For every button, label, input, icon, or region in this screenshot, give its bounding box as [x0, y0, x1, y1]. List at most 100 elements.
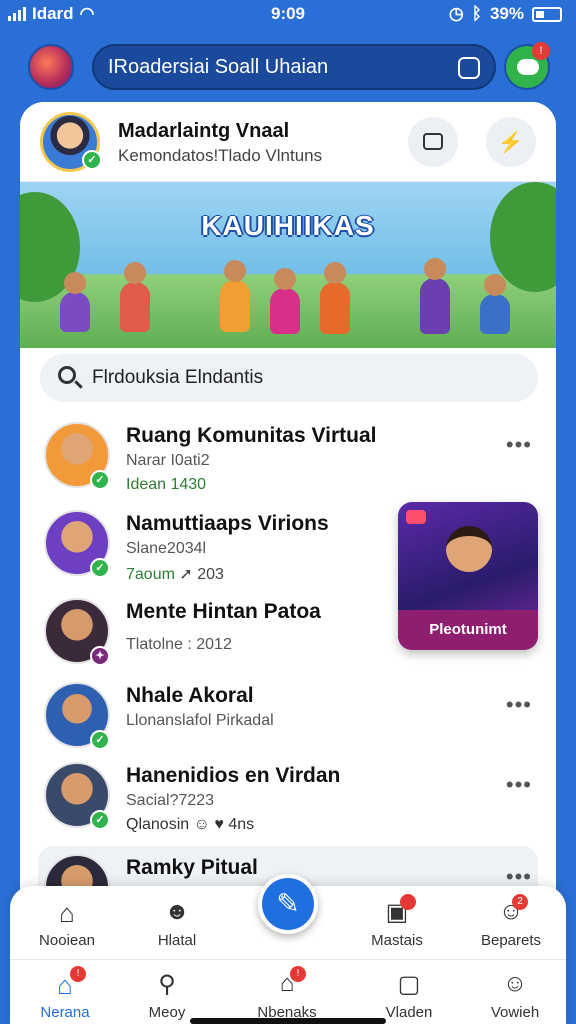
- promo-image: [446, 526, 492, 572]
- verified-icon: ✓: [82, 150, 102, 170]
- list-item[interactable]: ✓ Nhale Akoral Llonanslafol Pirkadal •••: [20, 674, 556, 760]
- item-subtitle: Slane2034l: [126, 540, 207, 557]
- community-search-text: Flrdouksia Elndantis: [92, 367, 264, 388]
- bluetooth-icon: ᛒ: [471, 4, 482, 23]
- item-meta-count: 4ns: [228, 816, 255, 833]
- nav-item-chat[interactable]: ☻ Hlatal: [132, 898, 222, 949]
- nav-label: Nerana: [40, 1004, 90, 1021]
- item-subtitle: Tlatolne : 2012: [126, 636, 232, 653]
- promo-label: Pleotunimt: [398, 610, 538, 650]
- share-icon: ⚡: [498, 132, 523, 154]
- profile-icon: ☺ 2: [496, 894, 528, 926]
- compose-button[interactable]: ✎: [258, 874, 318, 934]
- battery-icon: [532, 6, 562, 22]
- more-options-button[interactable]: •••: [506, 692, 532, 718]
- top-search-text: IRoadersiai Soall Uhaian: [108, 55, 329, 78]
- promo-card[interactable]: Pleotunimt: [398, 502, 538, 650]
- store-icon: ⌂ !: [272, 966, 306, 998]
- verified-icon: ✓: [90, 470, 110, 490]
- battery-percent: 39%: [489, 4, 524, 23]
- emoji-icon: ☺ ♥: [193, 816, 229, 833]
- star-icon: ✦: [90, 646, 110, 666]
- item-meta: Qlanosin ☺ ♥ 4ns: [126, 816, 254, 834]
- list-item[interactable]: ✓ Ruang Komunitas Virtual Narar I0ati2 I…: [20, 414, 556, 500]
- profile-header: ✓ Madarlaintg Vnaal Kemondatos!Tlado Vln…: [20, 102, 556, 182]
- messages-button[interactable]: !: [504, 42, 550, 90]
- nav-label: Meoy: [148, 1004, 186, 1021]
- nav-item-store[interactable]: ⌂ ! Nbenaks: [242, 966, 332, 1021]
- top-search-bar[interactable]: IRoadersiai Soall Uhaian: [92, 44, 496, 90]
- record-icon: [406, 510, 426, 524]
- home-indicator[interactable]: [190, 1018, 386, 1024]
- share-button[interactable]: ⚡: [486, 117, 536, 167]
- notification-badge: [400, 894, 416, 910]
- edit-icon[interactable]: [458, 57, 480, 79]
- person-illustration: [320, 262, 350, 334]
- more-options-button[interactable]: •••: [506, 432, 532, 458]
- list-item[interactable]: ✓ Hanenidios en Virdan Sacial?7223 Qlano…: [20, 754, 556, 840]
- person-illustration: [270, 268, 300, 334]
- chat-icon: ☻: [164, 898, 190, 925]
- alarm-icon: ◷: [448, 4, 464, 23]
- app-logo[interactable]: [28, 44, 74, 90]
- item-subtitle: Narar I0ati2: [126, 452, 210, 469]
- item-title: Hanenidios en Virdan: [126, 764, 341, 787]
- verified-icon: ✓: [90, 730, 110, 750]
- person-illustration: [60, 272, 90, 332]
- media-icon: ▣: [382, 894, 416, 926]
- nav-item-home-tab[interactable]: ⌂ ! Nerana: [20, 966, 110, 1021]
- community-search[interactable]: Flrdouksia Elndantis: [40, 354, 538, 402]
- nav-item-profile[interactable]: ☺ 2 Beparets: [466, 894, 556, 949]
- nav-label: Vowieh: [490, 1004, 540, 1021]
- search-icon: ⚲: [158, 971, 176, 998]
- verified-icon: ✓: [90, 810, 110, 830]
- nav-item-media[interactable]: ▣ Mastais: [352, 894, 442, 949]
- item-meta: Idean 1430: [126, 476, 207, 493]
- item-title: Namuttiaaps Virions: [126, 512, 329, 535]
- nav-label: Mastais: [371, 932, 423, 949]
- item-meta-count: 203: [197, 566, 224, 583]
- video-icon: ▢: [397, 971, 421, 998]
- banner-title: KAUIHIIKAS: [201, 210, 375, 241]
- home-icon: ⌂: [59, 898, 75, 928]
- item-meta-text: 7aoum: [126, 566, 175, 583]
- nav-item-video[interactable]: ▢ Vladen: [364, 970, 454, 1021]
- nav-label: Hlatal: [157, 932, 197, 949]
- nav-item-home[interactable]: ⌂ Nooiean: [22, 898, 112, 949]
- person-illustration: [120, 262, 150, 332]
- status-bar: Idard ◠ 9:09 ◷ ᛒ 39%: [0, 0, 576, 28]
- bottom-navigation: ⌂ Nooiean ☻ Hlatal ✎ ▣ Mastais ☺ 2 Bepar…: [10, 874, 566, 1024]
- top-bar: IRoadersiai Soall Uhaian !: [0, 38, 576, 98]
- notification-badge: !: [532, 42, 550, 60]
- home-icon: ⌂ !: [50, 966, 86, 1000]
- nav-label: Vladen: [385, 1004, 433, 1021]
- person-illustration: [220, 260, 250, 332]
- community-banner[interactable]: KAUIHIIKAS: [20, 182, 556, 348]
- person-illustration: [480, 274, 510, 334]
- user-icon: ☺: [502, 970, 528, 997]
- more-options-button[interactable]: •••: [506, 772, 532, 798]
- item-meta-text: Qlanosin: [126, 816, 190, 833]
- item-title: Nhale Akoral: [126, 684, 254, 707]
- verified-icon: ✓: [90, 558, 110, 578]
- pen-icon: ✎: [276, 888, 300, 919]
- notification-badge: 2: [512, 894, 528, 910]
- item-subtitle: Sacial?7223: [126, 792, 215, 809]
- search-icon: [58, 366, 76, 384]
- profile-subtitle: Kemondatos!Tlado Vlntuns: [118, 146, 323, 165]
- nav-label: Beparets: [480, 932, 542, 949]
- window-button[interactable]: [408, 117, 458, 167]
- item-title: Ruang Komunitas Virtual: [126, 424, 377, 447]
- primary-nav: ⌂ Nooiean ☻ Hlatal ✎ ▣ Mastais ☺ 2 Bepar…: [10, 874, 566, 960]
- item-meta: 7aoum ➚ 203: [126, 564, 224, 584]
- item-title: Ramky Pitual: [126, 856, 258, 879]
- profile-name: Madarlaintg Vnaal: [118, 120, 290, 142]
- nav-item-user[interactable]: ☺ Vowieh: [470, 970, 560, 1021]
- item-title: Mente Hintan Patoa: [126, 600, 321, 623]
- status-right: ◷ ᛒ 39%: [449, 4, 562, 24]
- nav-item-search[interactable]: ⚲ Meoy: [122, 970, 212, 1021]
- notification-badge: !: [290, 966, 306, 982]
- person-illustration: [420, 258, 450, 334]
- window-icon: [423, 133, 443, 150]
- item-subtitle: Llonanslafol Pirkadal: [126, 712, 274, 729]
